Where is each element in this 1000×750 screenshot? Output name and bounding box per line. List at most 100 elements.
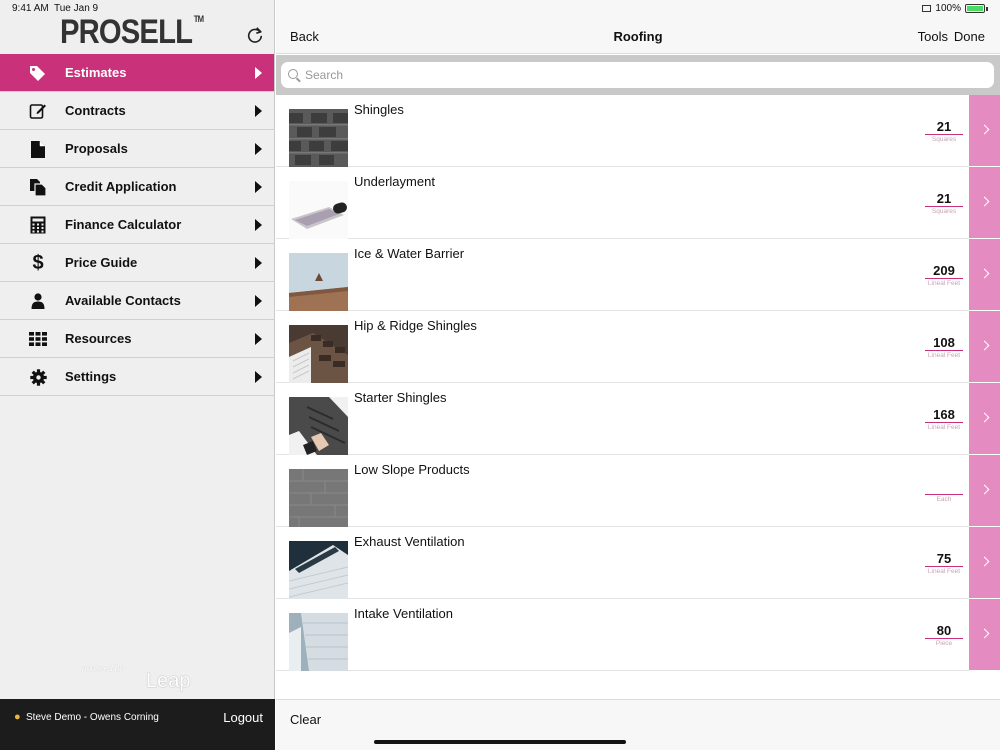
quantity-value: 21	[925, 119, 963, 135]
screen-mirror-icon	[922, 5, 932, 12]
logout-button[interactable]: Logout	[223, 710, 263, 725]
search-box[interactable]	[281, 62, 994, 88]
product-name: Exhaust Ventilation	[354, 534, 465, 549]
edit-icon	[28, 101, 48, 121]
sidebar-item-label: Settings	[65, 369, 117, 384]
quantity-field[interactable]: 108 Lineal Feet	[925, 335, 963, 359]
product-name: Intake Ventilation	[354, 606, 454, 621]
quantity-field[interactable]: 75 Lineal Feet	[925, 551, 963, 575]
caret-right-icon	[255, 181, 262, 193]
row-detail-button[interactable]	[969, 527, 1000, 599]
row-detail-button[interactable]	[969, 167, 1000, 239]
sidebar-menu: Estimates Contracts Proposals Credit App…	[0, 54, 274, 396]
search-input[interactable]	[305, 66, 965, 84]
sidebar-item-label: Contracts	[65, 103, 126, 118]
list-item[interactable]: Shingles 21 Squares	[276, 95, 1000, 167]
chevron-right-icon	[979, 484, 990, 495]
list-item[interactable]: Hip & Ridge Shingles 108 Lineal Feet	[276, 311, 1000, 383]
row-detail-button[interactable]	[969, 599, 1000, 671]
powered-by-text: powered by	[82, 664, 124, 673]
done-button[interactable]: Done	[954, 29, 985, 44]
status-date: Tue Jan 9	[54, 3, 99, 14]
row-detail-button[interactable]	[969, 239, 1000, 311]
caret-right-icon	[255, 257, 262, 269]
document-icon	[28, 139, 48, 159]
quantity-value: 21	[925, 191, 963, 207]
list-item[interactable]: Intake Ventilation 80 Piece	[276, 599, 1000, 671]
list-item[interactable]: Exhaust Ventilation 75 Lineal Feet	[276, 527, 1000, 599]
battery-percent: 100%	[935, 3, 961, 14]
quantity-value: 209	[925, 263, 963, 279]
row-detail-button[interactable]	[969, 95, 1000, 167]
quantity-unit: Squares	[931, 136, 957, 143]
quantity-field[interactable]: 21 Squares	[925, 191, 963, 215]
sidebar-item-available-contacts[interactable]: Available Contacts	[0, 282, 274, 320]
sidebar-item-credit-application[interactable]: Credit Application	[0, 168, 274, 206]
row-detail-button[interactable]	[969, 383, 1000, 455]
caret-right-icon	[255, 67, 262, 79]
sidebar-item-finance-calculator[interactable]: Finance Calculator	[0, 206, 274, 244]
person-icon	[28, 291, 48, 311]
user-name: Steve Demo - Owens Corning	[26, 712, 159, 723]
grid-icon	[28, 329, 48, 349]
medal-icon: ●	[14, 711, 21, 723]
sidebar-item-label: Finance Calculator	[65, 217, 182, 232]
product-name: Low Slope Products	[354, 462, 470, 477]
caret-right-icon	[255, 219, 262, 231]
calculator-icon	[28, 215, 48, 235]
product-name: Shingles	[354, 102, 404, 117]
quantity-unit: Piece	[935, 640, 953, 647]
chevron-right-icon	[979, 340, 990, 351]
caret-right-icon	[255, 333, 262, 345]
clear-button[interactable]: Clear	[290, 712, 321, 727]
leap-wordmark: Leap	[146, 670, 191, 692]
list-item[interactable]: Low Slope Products Each	[276, 455, 1000, 527]
list-item[interactable]: Underlayment 21 Squares	[276, 167, 1000, 239]
gear-icon	[28, 367, 48, 387]
list-item[interactable]: Ice & Water Barrier 209 Lineal Feet	[276, 239, 1000, 311]
sidebar: PROSELLTM Estimates Contracts Proposals	[0, 0, 275, 750]
tools-button[interactable]: Tools	[918, 29, 948, 44]
quantity-field[interactable]: 21 Squares	[925, 119, 963, 143]
caret-right-icon	[255, 105, 262, 117]
chevron-right-icon	[979, 268, 990, 279]
sidebar-item-label: Price Guide	[65, 255, 138, 270]
list-item[interactable]: Starter Shingles 168 Lineal Feet	[276, 383, 1000, 455]
starter-shingles-image	[289, 397, 348, 455]
copy-icon	[28, 177, 48, 197]
quantity-value: 75	[925, 551, 963, 567]
sidebar-item-label: Available Contacts	[65, 293, 181, 308]
refresh-icon[interactable]	[246, 26, 264, 44]
product-name: Ice & Water Barrier	[354, 246, 465, 261]
quantity-field[interactable]: 168 Lineal Feet	[925, 407, 963, 431]
shingles-image	[289, 109, 348, 167]
underlayment-image	[289, 181, 348, 239]
sidebar-item-contracts[interactable]: Contracts	[0, 92, 274, 130]
sidebar-item-label: Credit Application	[65, 179, 177, 194]
caret-right-icon	[255, 295, 262, 307]
caret-right-icon	[255, 143, 262, 155]
sidebar-item-resources[interactable]: Resources	[0, 320, 274, 358]
quantity-field[interactable]: 80 Piece	[925, 623, 963, 647]
quantity-unit: Lineal Feet	[927, 352, 961, 359]
sidebar-item-price-guide[interactable]: $ Price Guide	[0, 244, 274, 282]
quantity-unit: Lineal Feet	[927, 568, 961, 575]
intake-ventilation-image	[289, 613, 348, 671]
sidebar-item-proposals[interactable]: Proposals	[0, 130, 274, 168]
sidebar-item-settings[interactable]: Settings	[0, 358, 274, 396]
search-icon	[288, 69, 298, 79]
hip-ridge-shingles-image	[289, 325, 348, 383]
dollar-icon: $	[32, 252, 44, 274]
status-right: 100%	[922, 3, 988, 14]
quantity-field[interactable]: Each	[925, 479, 963, 503]
product-name: Hip & Ridge Shingles	[354, 318, 477, 333]
page-title: Roofing	[613, 29, 663, 44]
quantity-unit: Squares	[931, 208, 957, 215]
home-indicator[interactable]	[374, 740, 626, 744]
quantity-field[interactable]: 209 Lineal Feet	[925, 263, 963, 287]
row-detail-button[interactable]	[969, 455, 1000, 527]
quantity-unit: Lineal Feet	[927, 280, 961, 287]
chevron-right-icon	[979, 556, 990, 567]
row-detail-button[interactable]	[969, 311, 1000, 383]
sidebar-item-estimates[interactable]: Estimates	[0, 54, 274, 92]
